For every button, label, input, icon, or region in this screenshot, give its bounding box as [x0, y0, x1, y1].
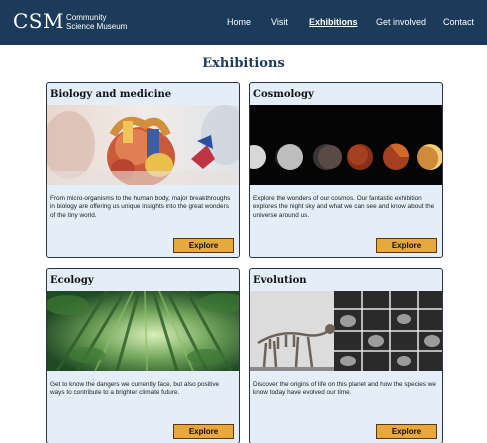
card-title: Cosmology: [253, 89, 314, 100]
bamboo-forest-image: [47, 291, 239, 371]
card-description: Explore the wonders of our cosmos. Our f…: [253, 195, 435, 219]
card-title: Biology and medicine: [50, 89, 172, 100]
card-title: Evolution: [253, 275, 307, 286]
explore-button[interactable]: Explore: [173, 424, 234, 439]
exhibition-card-evolution: Evolution Discover the origins of life o…: [249, 268, 443, 443]
logo-mark: CSM: [13, 9, 64, 33]
card-title: Ecology: [50, 275, 94, 286]
card-description: Discover the origins of life on this pla…: [253, 381, 436, 397]
nav-visit[interactable]: Visit: [271, 17, 288, 27]
site-header: CSM Community Science Museum Home Visit …: [0, 0, 487, 45]
lunar-eclipse-phases-image: [250, 105, 442, 185]
explore-button[interactable]: Explore: [376, 238, 437, 253]
logo-line-2: Science Museum: [65, 21, 128, 31]
explore-button[interactable]: Explore: [173, 238, 234, 253]
nav-exhibitions[interactable]: Exhibitions: [309, 17, 358, 27]
nav-home[interactable]: Home: [227, 17, 251, 27]
exhibition-card-ecology: Ecology Get to know the dangers we curre…: [46, 268, 240, 443]
card-description: From micro-organisms to the human body, …: [50, 195, 231, 219]
site-logo[interactable]: CSM Community Science Museum: [13, 9, 127, 33]
explore-button[interactable]: Explore: [376, 424, 437, 439]
exhibition-card-cosmology: Cosmology Explore the wonders of our cos…: [249, 82, 443, 258]
page-title: Exhibitions: [202, 56, 285, 71]
exhibition-card-biology: Biology and medicine From micro-organism…: [46, 82, 240, 258]
logo-text: Community Science Museum: [66, 12, 127, 31]
card-description: Get to know the dangers we currently fac…: [50, 381, 220, 397]
nav-get-involved[interactable]: Get involved: [376, 17, 426, 27]
logo-line-1: Community: [65, 12, 107, 22]
nav-contact[interactable]: Contact: [443, 17, 474, 27]
animal-skeletons-display-image: [250, 291, 442, 371]
anatomical-heart-model-image: [47, 105, 239, 185]
